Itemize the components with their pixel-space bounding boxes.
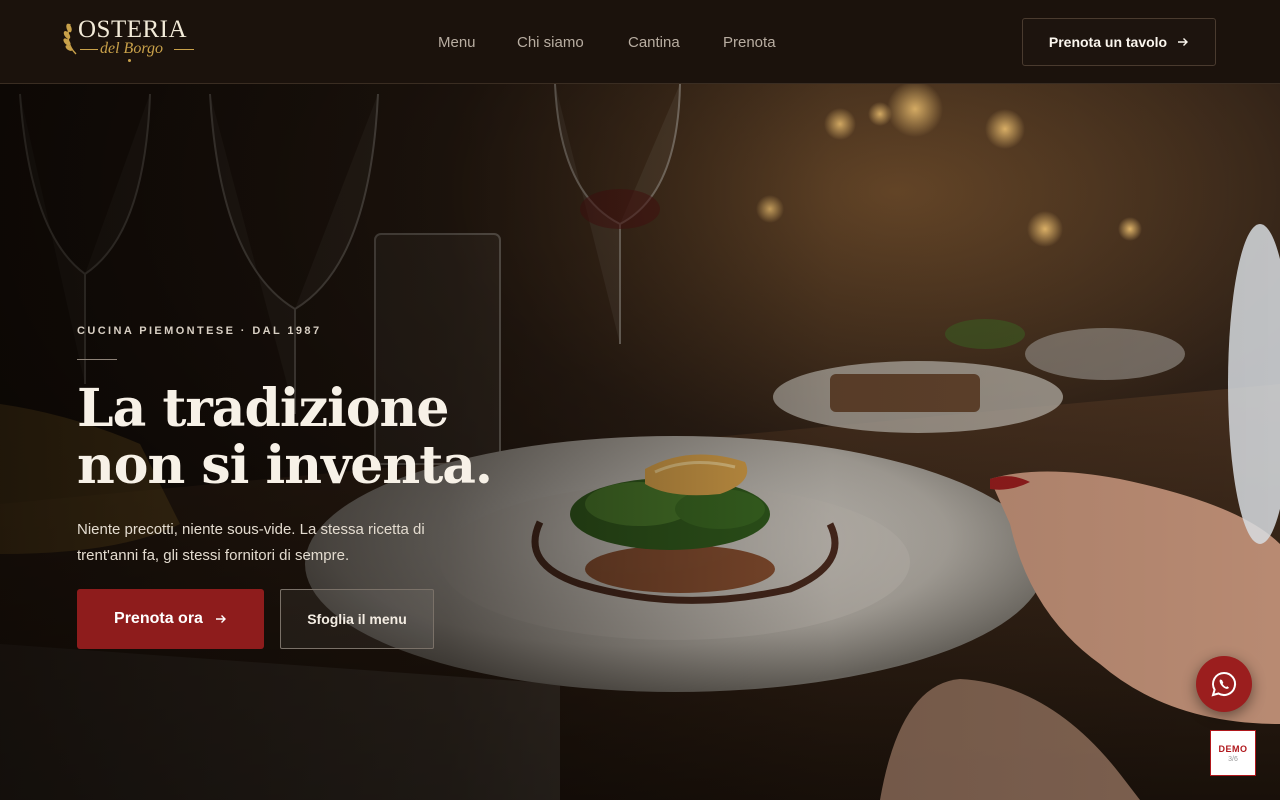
site-header: OSTERIA del Borgo Menu Chi siamo Cantina… bbox=[0, 0, 1280, 84]
hero-headline-line-2: non si inventa. bbox=[77, 435, 493, 496]
logo-wordmark: OSTERIA bbox=[78, 16, 188, 43]
arrow-right-icon bbox=[1178, 38, 1189, 46]
nav-item-prenota[interactable]: Prenota bbox=[723, 34, 776, 51]
logo-subname: del Borgo bbox=[100, 40, 163, 57]
book-table-button[interactable]: Prenota un tavolo bbox=[1022, 18, 1216, 66]
whatsapp-button[interactable] bbox=[1196, 656, 1252, 712]
demo-counter: 3/6 bbox=[1228, 755, 1238, 763]
nav-item-cantina[interactable]: Cantina bbox=[628, 34, 680, 51]
book-now-label: Prenota ora bbox=[114, 610, 203, 627]
arrow-right-icon bbox=[215, 615, 226, 623]
nav-item-chi-siamo[interactable]: Chi siamo bbox=[517, 34, 584, 51]
book-now-button[interactable]: Prenota ora bbox=[77, 589, 264, 649]
book-table-label: Prenota un tavolo bbox=[1048, 34, 1168, 50]
browse-menu-label: Sfoglia il menu bbox=[307, 611, 407, 627]
logo-rule-right bbox=[174, 49, 194, 50]
logo-rule-left bbox=[80, 49, 98, 50]
hero-headline-line-1: La tradizione bbox=[77, 378, 449, 439]
nav-item-menu[interactable]: Menu bbox=[438, 34, 476, 51]
hero-eyebrow: CUCINA PIEMONTESE · DAL 1987 bbox=[77, 325, 322, 337]
browse-menu-button[interactable]: Sfoglia il menu bbox=[280, 589, 434, 649]
whatsapp-icon bbox=[1211, 671, 1236, 697]
hero-headline: La tradizione non si inventa. bbox=[77, 380, 597, 494]
hero-lead: Niente precotti, niente sous-vide. La st… bbox=[77, 521, 425, 564]
logo-dot bbox=[128, 59, 131, 62]
logo[interactable]: OSTERIA del Borgo bbox=[62, 14, 202, 66]
hero-eyebrow-divider bbox=[77, 359, 117, 360]
demo-badge[interactable]: DEMO 3/6 bbox=[1210, 730, 1256, 776]
demo-label: DEMO bbox=[1218, 743, 1248, 754]
